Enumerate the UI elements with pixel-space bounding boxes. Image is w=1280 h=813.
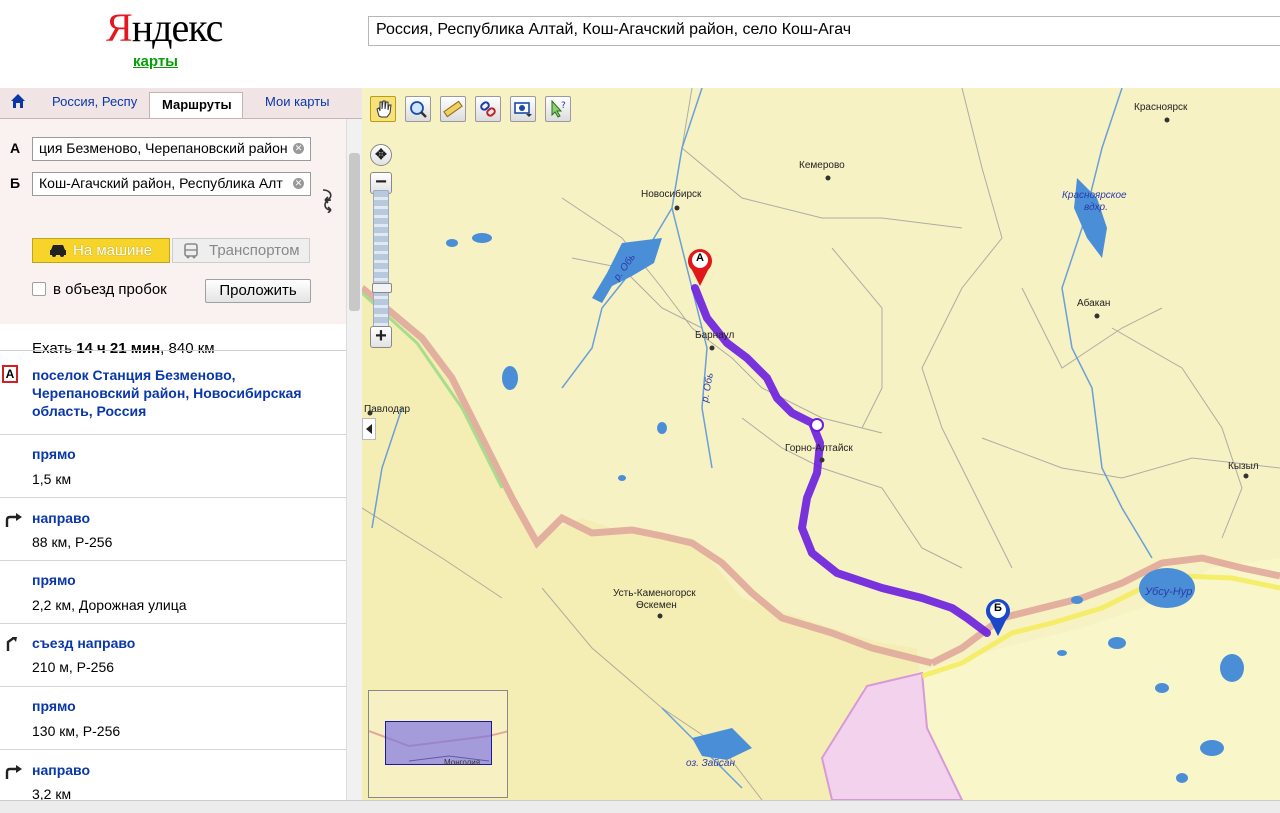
step-title: направо	[32, 510, 91, 526]
step-item[interactable]: направо 3,2 км	[0, 749, 346, 800]
route-steps: А поселок Станция Безменово, Черепановск…	[0, 350, 346, 800]
step-start[interactable]: А поселок Станция Безменово, Черепановск…	[0, 350, 346, 434]
mode-transport-button[interactable]: Транспортом	[172, 238, 310, 263]
step-detail: 1,5 км	[32, 471, 72, 487]
tab-routes[interactable]: Маршруты	[149, 92, 243, 118]
ruler-icon	[443, 100, 463, 118]
step-detail: 130 км, Р-256	[32, 723, 121, 739]
info-pointer-button[interactable]: ?	[545, 96, 571, 122]
zoom-slider[interactable]	[372, 190, 392, 330]
print-button[interactable]	[510, 96, 536, 122]
marker-a[interactable]: А	[685, 246, 715, 288]
tab-bar: Россия, Респу Маршруты Мои карты	[0, 88, 362, 119]
reservoir-label: вдхр.	[1084, 202, 1108, 213]
city-label: Барнаул	[695, 330, 735, 341]
header: Яндекс карты Россия, Республика Алтай, К…	[0, 0, 1280, 88]
left-panel: Россия, Респу Маршруты Мои карты А ция Б…	[0, 88, 362, 812]
link-button[interactable]	[475, 96, 501, 122]
city-label: Усть-Каменогорск	[613, 588, 696, 599]
mode-car-button[interactable]: На машине	[32, 238, 170, 263]
lake-label: оз. Зайсан	[686, 758, 735, 769]
city-label: Абакан	[1077, 298, 1111, 309]
avoid-traffic-checkbox[interactable]	[32, 282, 46, 296]
start-badge: А	[2, 365, 18, 383]
chevron-left-icon	[366, 424, 372, 434]
to-label: Б	[10, 175, 21, 191]
start-address: поселок Станция Безменово, Черепановский…	[32, 367, 302, 419]
ruler-button[interactable]	[440, 96, 466, 122]
build-route-button[interactable]: Проложить	[205, 279, 311, 303]
reservoir-label: Красноярское	[1062, 190, 1127, 201]
clear-from-icon[interactable]: ✕	[293, 143, 304, 154]
zoom-control: ✥ − +	[370, 144, 392, 349]
exit-right-icon	[6, 637, 17, 651]
city-label: Новосибирск	[641, 189, 702, 200]
turn-right-icon	[5, 513, 22, 527]
layers-icon	[514, 102, 532, 117]
minimap[interactable]: Монголия	[368, 690, 508, 798]
step-detail: 2,2 км, Дорожная улица	[32, 597, 187, 613]
step-item[interactable]: съезд направо 210 м, Р-256	[0, 623, 346, 686]
status-bar	[0, 800, 1280, 813]
yandex-logo[interactable]: Яндекс	[106, 4, 223, 51]
step-title: прямо	[32, 446, 76, 462]
step-item[interactable]: прямо 130 км, Р-256	[0, 686, 346, 749]
swap-points-icon[interactable]	[318, 187, 338, 213]
step-detail: 88 км, Р-256	[32, 534, 113, 550]
step-item[interactable]: направо 88 км, Р-256	[0, 497, 346, 560]
zoom-in-button[interactable]: +	[370, 326, 392, 348]
lake-label: Убсу-Нур	[1145, 586, 1193, 598]
tab-search[interactable]: Россия, Респу	[52, 94, 137, 109]
avoid-traffic-label: в объезд пробок	[53, 281, 167, 298]
minimap-label: Монголия	[444, 758, 481, 767]
from-field[interactable]: ция Безменово, Черепановский район ✕	[32, 137, 311, 161]
from-label: А	[10, 140, 21, 156]
turn-right-icon	[5, 765, 22, 779]
pan-control[interactable]: ✥	[370, 144, 392, 166]
city-label: Горно-Алтайск	[785, 443, 853, 454]
zoom-area-button[interactable]	[405, 96, 431, 122]
magnifier-icon	[410, 101, 427, 118]
city-label: Павлодар	[364, 404, 411, 415]
home-icon[interactable]	[10, 93, 26, 109]
marker-a-label: А	[696, 252, 704, 264]
city-label: Өскемен	[636, 600, 677, 611]
hand-tool-button[interactable]	[370, 96, 396, 122]
hand-icon	[376, 100, 392, 118]
svg-text:?: ?	[561, 101, 566, 111]
step-title: прямо	[32, 572, 76, 588]
step-title: съезд направо	[32, 635, 136, 651]
link-icon	[480, 101, 496, 117]
panel-scrollbar[interactable]	[346, 119, 362, 812]
marker-b-label: Б	[994, 602, 1002, 614]
zoom-slider-thumb[interactable]	[372, 283, 392, 293]
step-title: прямо	[32, 698, 76, 714]
step-detail: 210 м, Р-256	[32, 659, 115, 675]
step-title: направо	[32, 762, 91, 778]
search-input[interactable]: Россия, Республика Алтай, Кош-Агачский р…	[368, 16, 1280, 46]
bus-icon	[184, 243, 198, 259]
maps-link[interactable]: карты	[133, 53, 178, 70]
city-label: Красноярск	[1134, 102, 1188, 113]
marker-b[interactable]: Б	[983, 596, 1013, 638]
city-label: Кызыл	[1228, 461, 1259, 472]
step-item[interactable]: прямо 2,2 км, Дорожная улица	[0, 560, 346, 623]
car-icon	[50, 245, 66, 257]
step-detail: 3,2 км	[32, 786, 72, 800]
map-view[interactable]: А Б Красноярск Кемерово Новосибирск Абак…	[362, 88, 1280, 800]
clear-to-icon[interactable]: ✕	[293, 178, 304, 189]
to-field[interactable]: Кош-Агачский район, Республика Алт ✕	[32, 172, 311, 196]
pointer-help-icon: ?	[551, 99, 566, 118]
collapse-panel-button[interactable]	[362, 418, 376, 440]
city-label: Кемерово	[799, 160, 845, 171]
step-item[interactable]: прямо 1,5 км	[0, 434, 346, 497]
route-form: А ция Безменово, Черепановский район ✕ Б …	[0, 119, 346, 357]
tab-my-maps[interactable]: Мои карты	[265, 94, 330, 109]
scrollbar-thumb[interactable]	[349, 153, 360, 311]
